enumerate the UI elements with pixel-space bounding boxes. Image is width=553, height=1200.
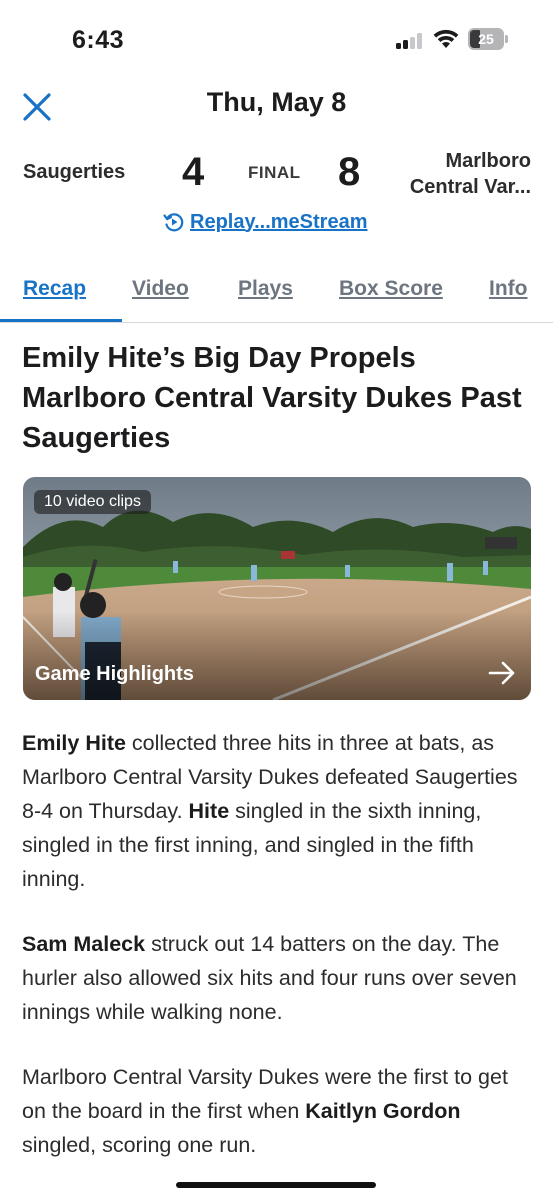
active-tab-indicator — [0, 319, 122, 322]
replay-link[interactable]: Replay...meStream — [162, 207, 368, 237]
tab-video[interactable]: Video — [132, 277, 189, 301]
player-name: Kaitlyn Gordon — [305, 1099, 461, 1123]
replay-link-label: Replay...meStream — [190, 210, 368, 233]
away-team-line2: Central Var... — [409, 176, 531, 198]
recap-paragraph: Emily Hite collected three hits in three… — [22, 726, 534, 896]
player-name: Emily Hite — [22, 731, 126, 755]
away-team-line1: Marlboro — [445, 150, 531, 172]
tab-recap[interactable]: Recap — [23, 277, 86, 301]
replay-icon — [163, 213, 184, 232]
away-team-name[interactable]: Marlboro Central Var... — [371, 148, 531, 200]
game-highlights-video[interactable]: 10 video clips Game Highlights — [23, 477, 531, 700]
game-date-title: Thu, May 8 — [206, 87, 347, 117]
wifi-icon — [433, 29, 459, 48]
recap-text: singled, scoring one run. — [22, 1133, 257, 1157]
tab-box-score[interactable]: Box Score — [339, 277, 443, 301]
recap-paragraph: Marlboro Central Varsity Dukes were the … — [22, 1060, 534, 1162]
tab-info[interactable]: Info — [489, 277, 527, 301]
home-team-name[interactable]: Saugerties — [23, 161, 125, 184]
battery-icon: 25 — [468, 28, 510, 50]
status-bar: 6:43 25 — [0, 0, 553, 80]
game-status: FINAL — [248, 163, 301, 182]
home-indicator[interactable] — [176, 1182, 376, 1188]
article-headline: Emily Hite’s Big Day Propels Marlboro Ce… — [22, 342, 522, 454]
signal-icon — [396, 33, 426, 49]
video-clip-count: 10 video clips — [34, 490, 151, 514]
player-name: Sam Maleck — [22, 932, 146, 956]
video-title: Game Highlights — [35, 663, 194, 685]
status-time: 6:43 — [72, 26, 125, 54]
away-score: 8 — [338, 150, 361, 194]
player-name: Hite — [188, 799, 230, 823]
recap-paragraph: Sam Maleck struck out 14 batters on the … — [22, 927, 534, 1029]
arrow-right-icon — [488, 661, 515, 685]
home-score: 4 — [182, 150, 205, 194]
tab-bar: Recap Video Plays Box Score Info — [0, 272, 553, 323]
battery-level: 25 — [478, 31, 494, 47]
tab-plays[interactable]: Plays — [238, 277, 293, 301]
